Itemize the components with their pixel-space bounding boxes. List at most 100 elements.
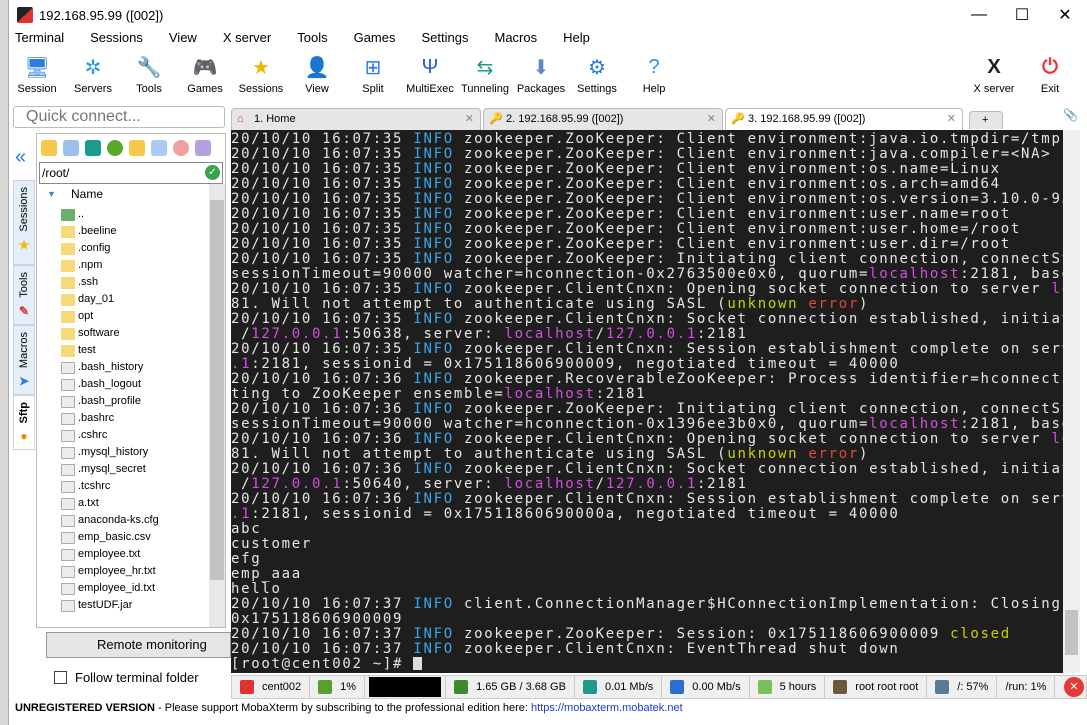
terminal-line: efg: [231, 552, 1063, 567]
tab-close-icon[interactable]: ✕: [707, 109, 716, 129]
toolbar-session-button[interactable]: 🖥 Session: [9, 52, 65, 96]
tab-1[interactable]: ⌂ 1. Home ✕: [231, 108, 481, 130]
file-row[interactable]: .config: [37, 240, 207, 257]
menu-help[interactable]: Help: [557, 30, 590, 50]
terminal-line: hello: [231, 582, 1063, 597]
side-tab-sftp[interactable]: Sftp ●: [13, 395, 35, 450]
file-row[interactable]: employee_id.txt: [37, 580, 207, 597]
remote-monitoring-button[interactable]: Remote monitoring: [46, 632, 231, 658]
tab-close-icon[interactable]: ✕: [465, 109, 474, 129]
follow-terminal-folder-checkbox[interactable]: Follow terminal folder: [54, 670, 199, 685]
tab-2[interactable]: 🔑 2. 192.168.95.99 ([002]) ✕: [483, 108, 723, 130]
file-row[interactable]: .ssh: [37, 274, 207, 291]
refresh-icon[interactable]: [107, 140, 123, 156]
file-row[interactable]: employee_hr.txt: [37, 563, 207, 580]
toolbar-tunneling-button[interactable]: ⇆ Tunneling: [457, 52, 513, 96]
terminal-text: 20/10/10 16:07:35: [231, 207, 414, 222]
menu-tools[interactable]: Tools: [291, 30, 327, 50]
file-row[interactable]: testUDF.jar: [37, 597, 207, 614]
toolbar-view-button[interactable]: 👤 View: [289, 52, 345, 96]
toolbar-settings-button[interactable]: ⚙ Settings: [569, 52, 625, 96]
mobatek-link[interactable]: https://mobaxterm.mobatek.net: [531, 702, 683, 714]
file-row[interactable]: .cshrc: [37, 427, 207, 444]
minimize-button[interactable]: —: [956, 0, 1002, 30]
toolbar-split-button[interactable]: ⊞ Split: [345, 52, 401, 96]
terminal-text: zookeeper.RecoverableZooKeeper: Process …: [463, 372, 1063, 387]
file-row[interactable]: ..: [37, 206, 207, 223]
file-row[interactable]: day_01: [37, 291, 207, 308]
file-row[interactable]: .tcshrc: [37, 478, 207, 495]
side-tab-macros[interactable]: Macros ➤: [13, 325, 35, 395]
new-file-icon[interactable]: [151, 140, 167, 156]
file-row[interactable]: .bash_history: [37, 359, 207, 376]
folder-icon: [61, 259, 75, 272]
side-tab-sessions[interactable]: Sessions ★: [13, 180, 35, 265]
file-row[interactable]: .bashrc: [37, 410, 207, 427]
menu-games[interactable]: Games: [348, 30, 396, 50]
file-row[interactable]: .beeline: [37, 223, 207, 240]
terminal-scrollbar[interactable]: [1063, 130, 1080, 673]
menu-view[interactable]: View: [163, 30, 197, 50]
terminal[interactable]: 20/10/10 16:07:35 INFO zookeeper.ZooKeep…: [231, 130, 1063, 673]
folder-icon: [61, 327, 75, 340]
file-row[interactable]: anaconda-ks.cfg: [37, 512, 207, 529]
scroll-thumb[interactable]: [1065, 610, 1078, 655]
side-tab-tools[interactable]: Tools ✎: [13, 265, 35, 325]
column-header-name[interactable]: ▼ Name: [37, 184, 225, 204]
new-folder-icon[interactable]: [129, 140, 145, 156]
terminal-line: 20/10/10 16:07:36 INFO zookeeper.ClientC…: [231, 432, 1063, 447]
file-row[interactable]: employee.txt: [37, 546, 207, 563]
menu-x-server[interactable]: X server: [217, 30, 271, 50]
tab-close-icon[interactable]: ✕: [947, 109, 956, 129]
file-row[interactable]: .mysql_secret: [37, 461, 207, 478]
go-check-icon[interactable]: ✓: [205, 165, 220, 180]
toolbar-packages-button[interactable]: ⬇ Packages: [513, 52, 569, 96]
highlight-info: INFO: [413, 147, 454, 162]
file-row[interactable]: opt: [37, 308, 207, 325]
toolbar-servers-button[interactable]: ✲ Servers: [65, 52, 121, 96]
sftp-path-input[interactable]: /root/✓: [39, 162, 223, 184]
collapse-icon[interactable]: «: [15, 146, 26, 169]
file-row[interactable]: software: [37, 325, 207, 342]
file-row[interactable]: .mysql_history: [37, 444, 207, 461]
menu-macros[interactable]: Macros: [488, 30, 537, 50]
window-title: 192.168.95.99 ([002]): [39, 7, 164, 23]
file-row[interactable]: a.txt: [37, 495, 207, 512]
attach-icon[interactable]: 📎: [1063, 108, 1078, 122]
file-icon: [61, 361, 75, 374]
download-icon[interactable]: [63, 140, 79, 156]
close-button[interactable]: ✕: [1042, 0, 1087, 30]
maximize-button[interactable]: ☐: [999, 0, 1045, 30]
checkbox[interactable]: [54, 671, 67, 684]
toolbar-label: Help: [642, 83, 666, 95]
menu-settings[interactable]: Settings: [416, 30, 469, 50]
file-icon: [61, 514, 75, 527]
toolbar-label: MultiExec: [406, 83, 454, 95]
status-close-icon[interactable]: ✕: [1064, 677, 1084, 697]
terminal-text: :2181, sessionid = 0x17511860690000a, ne…: [251, 507, 900, 522]
toolbar-multiexec-button[interactable]: Ψ MultiExec: [402, 52, 458, 96]
quick-connect-input[interactable]: Quick connect...: [13, 106, 225, 128]
toolbar-tools-button[interactable]: 🔧 Tools: [121, 52, 177, 96]
file-row[interactable]: .bash_logout: [37, 376, 207, 393]
toolbar-help-button[interactable]: ? Help: [626, 52, 682, 96]
x-server-button[interactable]: X X server: [966, 52, 1022, 96]
toolbar-games-button[interactable]: 🎮 Games: [177, 52, 233, 96]
tab-3[interactable]: 🔑 3. 192.168.95.99 ([002]) ✕: [725, 108, 963, 131]
delete-icon[interactable]: [173, 140, 189, 156]
menu-sessions[interactable]: Sessions: [84, 30, 143, 50]
file-row[interactable]: emp_basic.csv: [37, 529, 207, 546]
scroll-thumb[interactable]: [210, 200, 224, 580]
toolbar-sessions-button[interactable]: ★ Sessions: [233, 52, 289, 96]
rename-icon[interactable]: [195, 140, 211, 156]
file-row[interactable]: test: [37, 342, 207, 359]
menu-terminal[interactable]: Terminal: [9, 30, 64, 50]
upload-icon[interactable]: [85, 140, 101, 156]
parent-folder-icon[interactable]: [41, 140, 57, 156]
terminal-text: zookeeper.ZooKeeper: Client environment:…: [453, 132, 1062, 147]
exit-button[interactable]: ⏻ Exit: [1022, 52, 1078, 96]
file-row[interactable]: .npm: [37, 257, 207, 274]
new-tab-button[interactable]: +: [969, 111, 1003, 129]
file-row[interactable]: .bash_profile: [37, 393, 207, 410]
file-list-scrollbar[interactable]: [209, 184, 225, 627]
